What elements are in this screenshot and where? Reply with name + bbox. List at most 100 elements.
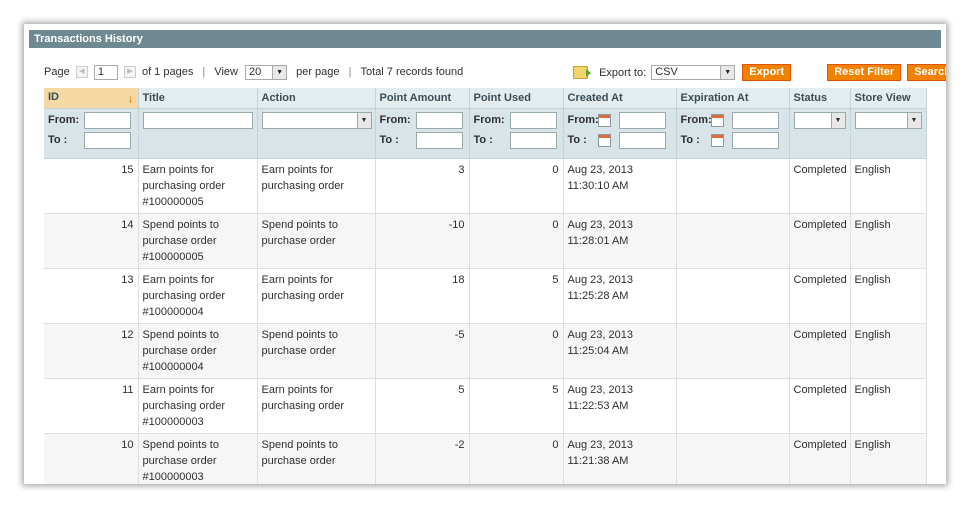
column-headers: ID ↓ Title Action Point Amount Point Used…: [44, 88, 927, 109]
expiration-to-input[interactable]: [731, 131, 779, 149]
cell-store-view: English: [850, 268, 927, 324]
page-input[interactable]: 1: [93, 64, 118, 80]
cell-id: 12: [44, 323, 139, 379]
cell-expiration-at: [676, 268, 790, 324]
cell-expiration-at: [676, 433, 790, 484]
cell-title: Earn points for purchasing order #100000…: [138, 268, 258, 324]
column-header-store-view[interactable]: Store View: [850, 88, 927, 109]
cell-created-at: Aug 23, 2013 11:22:53 AM: [563, 378, 677, 434]
status-filter-select[interactable]: ▼: [793, 111, 846, 129]
previous-page-button[interactable]: ◀: [75, 66, 88, 79]
cell-action: Spend points to purchase order: [257, 213, 376, 269]
column-header-created-at[interactable]: Created At: [563, 88, 677, 109]
id-to-input[interactable]: [84, 131, 131, 149]
to-label: To :: [379, 133, 399, 146]
from-label: From:: [567, 113, 599, 126]
created-date: Aug 23, 2013: [567, 163, 633, 176]
table-body: 15 Earn points for purchasing order #100…: [44, 158, 927, 484]
cell-status: Completed: [789, 213, 851, 269]
cell-title: Earn points for purchasing order #100000…: [138, 158, 258, 214]
cell-created-at: Aug 23, 2013 11:30:10 AM: [563, 158, 677, 214]
title-filter-input[interactable]: [142, 111, 253, 129]
table-row[interactable]: 13 Earn points for purchasing order #100…: [44, 268, 927, 324]
cell-expiration-at: [676, 158, 790, 214]
column-header-point-amount[interactable]: Point Amount: [375, 88, 470, 109]
column-header-point-used[interactable]: Point Used: [469, 88, 564, 109]
amount-from-input[interactable]: [415, 111, 463, 129]
per-page-select[interactable]: 20 ▼: [245, 64, 288, 80]
created-from-input[interactable]: [618, 111, 666, 129]
calendar-icon[interactable]: [710, 113, 724, 127]
chevron-down-icon: ▼: [356, 112, 371, 128]
filter-created-at: From: To :: [563, 108, 677, 159]
grid-panel: Transactions History Page ◀ 1 ▶ of 1 pag…: [24, 24, 946, 484]
cell-expiration-at: [676, 378, 790, 434]
cell-created-at: Aug 23, 2013 11:21:38 AM: [563, 433, 677, 484]
export-label: Export to:: [599, 66, 647, 79]
column-header-title[interactable]: Title: [138, 88, 258, 109]
page-label: Page: [44, 66, 70, 79]
column-header-label: ID: [48, 90, 59, 103]
cell-id: 10: [44, 433, 139, 484]
reset-filter-button[interactable]: Reset Filter: [827, 64, 902, 81]
action-filter-select[interactable]: ▼: [261, 111, 372, 129]
cell-status: Completed: [789, 158, 851, 214]
created-date: Aug 23, 2013: [567, 273, 633, 286]
per-page-label: per page: [296, 66, 340, 79]
chevron-down-icon: ▼: [720, 66, 735, 79]
cell-created-at: Aug 23, 2013 11:28:01 AM: [563, 213, 677, 269]
amount-to-input[interactable]: [415, 131, 463, 149]
next-page-button[interactable]: ▶: [123, 66, 136, 79]
calendar-icon[interactable]: [710, 133, 724, 147]
cell-created-at: Aug 23, 2013 11:25:28 AM: [563, 268, 677, 324]
from-label: From:: [473, 113, 505, 126]
to-label: To :: [567, 133, 587, 146]
used-from-input[interactable]: [509, 111, 557, 129]
cell-point-amount: -10: [375, 213, 470, 269]
cell-title: Spend points to purchase order #10000000…: [138, 323, 258, 379]
export-button[interactable]: Export: [742, 64, 792, 81]
cell-point-amount: -5: [375, 323, 470, 379]
created-time: 11:21:38 AM: [567, 454, 629, 467]
id-from-input[interactable]: [84, 111, 131, 129]
cell-id: 13: [44, 268, 139, 324]
table-row[interactable]: 15 Earn points for purchasing order #100…: [44, 158, 927, 214]
expiration-from-input[interactable]: [731, 111, 779, 129]
filter-status: ▼: [789, 108, 851, 159]
export-format-select[interactable]: CSV ▼: [651, 65, 736, 80]
cell-title: Spend points to purchase order #10000000…: [138, 213, 258, 269]
transactions-grid: ID ↓ Title Action Point Amount Point Used…: [44, 88, 927, 484]
filter-id: From: To :: [44, 108, 139, 159]
filter-title: [138, 108, 258, 159]
column-header-expiration-at[interactable]: Expiration At: [676, 88, 790, 109]
filter-action: ▼: [257, 108, 376, 159]
cell-id: 11: [44, 378, 139, 434]
table-row[interactable]: 14 Spend points to purchase order #10000…: [44, 213, 927, 269]
search-button[interactable]: Search: [907, 64, 946, 81]
cell-point-used: 0: [469, 323, 564, 379]
chevron-down-icon: ▼: [906, 112, 921, 128]
calendar-icon[interactable]: [597, 113, 611, 127]
column-header-id[interactable]: ID ↓: [44, 88, 139, 109]
created-time: 11:25:28 AM: [567, 289, 629, 302]
column-header-status[interactable]: Status: [789, 88, 851, 109]
view-label: View: [214, 66, 238, 79]
column-header-action[interactable]: Action: [257, 88, 376, 109]
table-row[interactable]: 12 Spend points to purchase order #10000…: [44, 323, 927, 379]
created-to-input[interactable]: [618, 131, 666, 149]
to-label: To :: [680, 133, 700, 146]
chevron-down-icon: ▼: [830, 112, 845, 128]
divider: |: [348, 66, 352, 79]
table-row[interactable]: 10 Spend points to purchase order #10000…: [44, 433, 927, 484]
cell-title: Earn points for purchasing order #100000…: [138, 378, 258, 434]
cell-point-amount: 5: [375, 378, 470, 434]
per-page-value: 20: [249, 65, 262, 78]
table-row[interactable]: 11 Earn points for purchasing order #100…: [44, 378, 927, 434]
calendar-icon[interactable]: [597, 133, 611, 147]
cell-action: Earn points for purchasing order: [257, 268, 376, 324]
cell-store-view: English: [850, 213, 927, 269]
store-view-filter-select[interactable]: ▼: [854, 111, 922, 129]
cell-action: Earn points for purchasing order: [257, 158, 376, 214]
cell-point-used: 5: [469, 268, 564, 324]
used-to-input[interactable]: [509, 131, 557, 149]
